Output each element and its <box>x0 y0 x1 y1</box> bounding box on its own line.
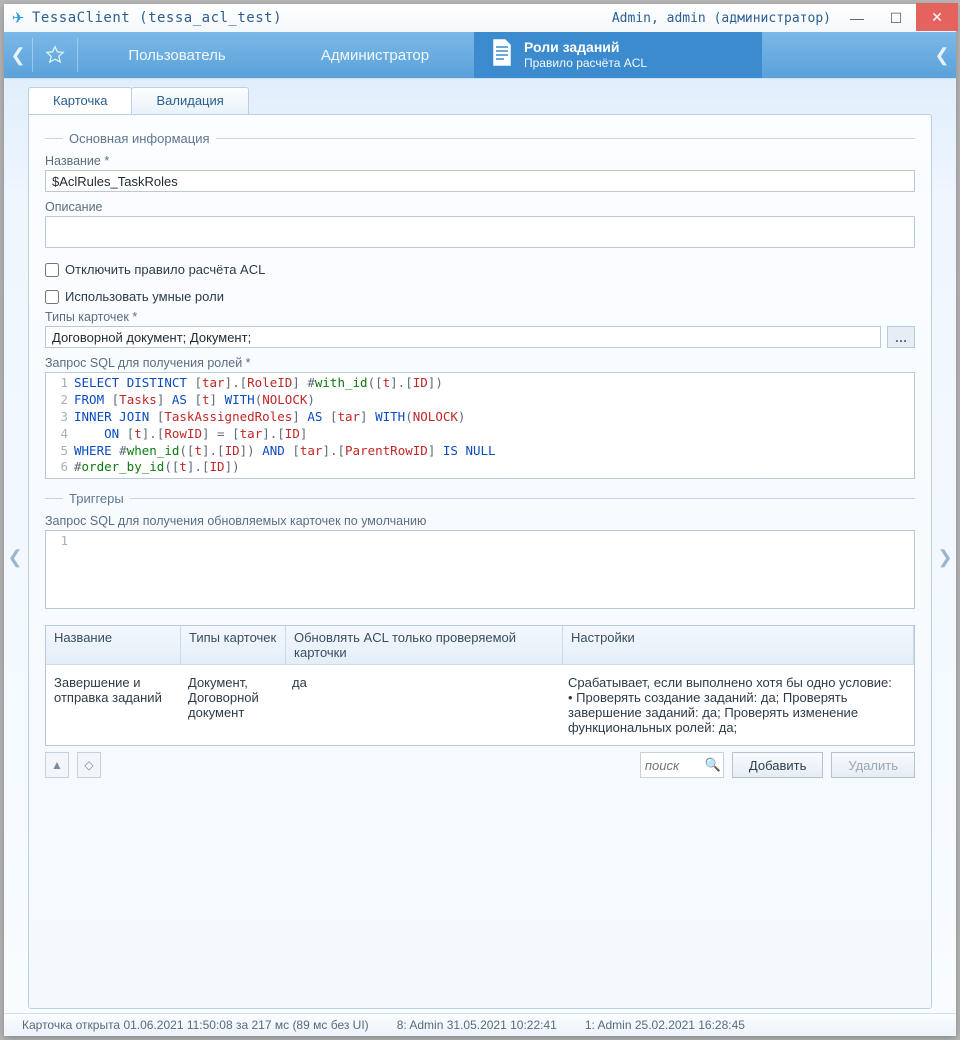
sql-roles-label: Запрос SQL для получения ролей * <box>45 356 915 370</box>
nav-back-button[interactable]: ❮ <box>4 32 32 78</box>
cell-only: да <box>284 673 560 737</box>
arrow-up-icon: ▲ <box>51 758 63 772</box>
grid-header: Название Типы карточек Обновлять ACL тол… <box>46 626 914 665</box>
col-only-checked[interactable]: Обновлять ACL только проверяемой карточк… <box>286 626 563 664</box>
grid-search[interactable]: 🔍 <box>640 752 724 778</box>
field-description: Описание <box>45 200 915 248</box>
checkbox-smart-roles-label: Использовать умные роли <box>65 289 224 304</box>
card-tabs: Карточка Валидация <box>28 87 956 114</box>
col-types[interactable]: Типы карточек <box>181 626 286 664</box>
status-open-info: Карточка открыта 01.06.2021 11:50:08 за … <box>22 1018 369 1032</box>
sql-roles-editor[interactable]: 1SELECT DISTINCT [tar].[RoleID] #with_id… <box>45 372 915 479</box>
work-area: ❮ ❯ Карточка Валидация Основная информац… <box>4 78 956 1036</box>
field-sql-triggers: Запрос SQL для получения обновляемых кар… <box>45 514 915 609</box>
status-admin-8: 8: Admin 31.05.2021 10:22:41 <box>397 1018 557 1032</box>
card-types-input[interactable] <box>45 326 881 348</box>
group-triggers: Триггеры <box>45 491 915 506</box>
window: ✈ TessaClient (tessa_acl_test) Admin, ad… <box>4 4 956 1036</box>
card-tab-card[interactable]: Карточка <box>28 87 132 114</box>
ribbon: ❮ Пользователь Администратор Роли задани… <box>4 32 956 78</box>
cell-name: Завершение и отправка заданий <box>46 673 180 737</box>
name-input[interactable] <box>45 170 915 192</box>
titlebar: ✈ TessaClient (tessa_acl_test) Admin, ad… <box>4 4 956 32</box>
tab-user[interactable]: Пользователь <box>78 32 276 78</box>
card-tab-validation[interactable]: Валидация <box>131 87 248 114</box>
app-logo-icon: ✈ <box>4 9 32 27</box>
card-types-label: Типы карточек * <box>45 310 915 324</box>
expand-left-handle[interactable]: ❮ <box>8 534 22 582</box>
card-types-browse-button[interactable]: … <box>887 326 915 348</box>
description-input[interactable] <box>45 216 915 248</box>
checkbox-disable-rule[interactable]: Отключить правило расчёта ACL <box>45 262 915 277</box>
checkbox-disable-rule-input[interactable] <box>45 263 59 277</box>
status-admin-1: 1: Admin 25.02.2021 16:28:45 <box>585 1018 745 1032</box>
window-title: TessaClient (tessa_acl_test) <box>32 10 282 26</box>
cell-types: Документ, Договорной документ <box>180 673 284 737</box>
favorite-button[interactable] <box>33 32 77 78</box>
triggers-grid: Название Типы карточек Обновлять ACL тол… <box>45 625 915 746</box>
group-main-info: Основная информация <box>45 131 915 146</box>
move-up-button[interactable]: ▲ <box>45 752 69 778</box>
user-info: Admin, admin (администратор) <box>612 11 837 26</box>
sql-triggers-label: Запрос SQL для получения обновляемых кар… <box>45 514 915 528</box>
name-label: Название * <box>45 154 915 168</box>
search-icon: 🔍 <box>703 757 723 773</box>
active-tab-title: Роли заданий <box>524 39 619 57</box>
col-name[interactable]: Название <box>46 626 181 664</box>
document-icon <box>490 39 514 71</box>
tab-active-task-roles[interactable]: Роли заданий Правило расчёта ACL <box>474 32 762 78</box>
col-settings[interactable]: Настройки <box>563 626 914 664</box>
field-name: Название * <box>45 154 915 192</box>
maximize-button[interactable]: ☐ <box>877 7 915 29</box>
grid-search-input[interactable] <box>641 758 703 773</box>
checkbox-smart-roles[interactable]: Использовать умные роли <box>45 289 915 304</box>
minimize-button[interactable]: — <box>838 7 876 29</box>
tab-admin[interactable]: Администратор <box>276 32 474 78</box>
checkbox-disable-rule-label: Отключить правило расчёта ACL <box>65 262 265 277</box>
close-button[interactable]: ✕ <box>916 3 958 31</box>
table-row[interactable]: Завершение и отправка заданий Документ, … <box>46 665 914 745</box>
move-down-button[interactable]: ◇ <box>77 752 101 778</box>
field-card-types: Типы карточек * … <box>45 310 915 348</box>
bookmark-icon: ◇ <box>84 758 93 772</box>
add-button[interactable]: Добавить <box>732 752 823 778</box>
field-sql-roles: Запрос SQL для получения ролей * 1SELECT… <box>45 356 915 479</box>
expand-right-handle[interactable]: ❯ <box>938 534 952 582</box>
card-body: Основная информация Название * Описание … <box>28 114 932 1009</box>
description-label: Описание <box>45 200 915 214</box>
status-bar: Карточка открыта 01.06.2021 11:50:08 за … <box>4 1013 956 1036</box>
sql-triggers-editor[interactable]: 1 <box>45 530 915 609</box>
star-icon <box>45 45 65 65</box>
active-tab-subtitle: Правило расчёта ACL <box>524 56 647 71</box>
nav-forward-button[interactable]: ❮ <box>928 32 956 78</box>
cell-settings: Срабатывает, если выполнено хотя бы одно… <box>560 673 914 737</box>
checkbox-smart-roles-input[interactable] <box>45 290 59 304</box>
grid-toolbar: ▲ ◇ 🔍 Добавить Удалить <box>45 752 915 778</box>
delete-button[interactable]: Удалить <box>831 752 915 778</box>
